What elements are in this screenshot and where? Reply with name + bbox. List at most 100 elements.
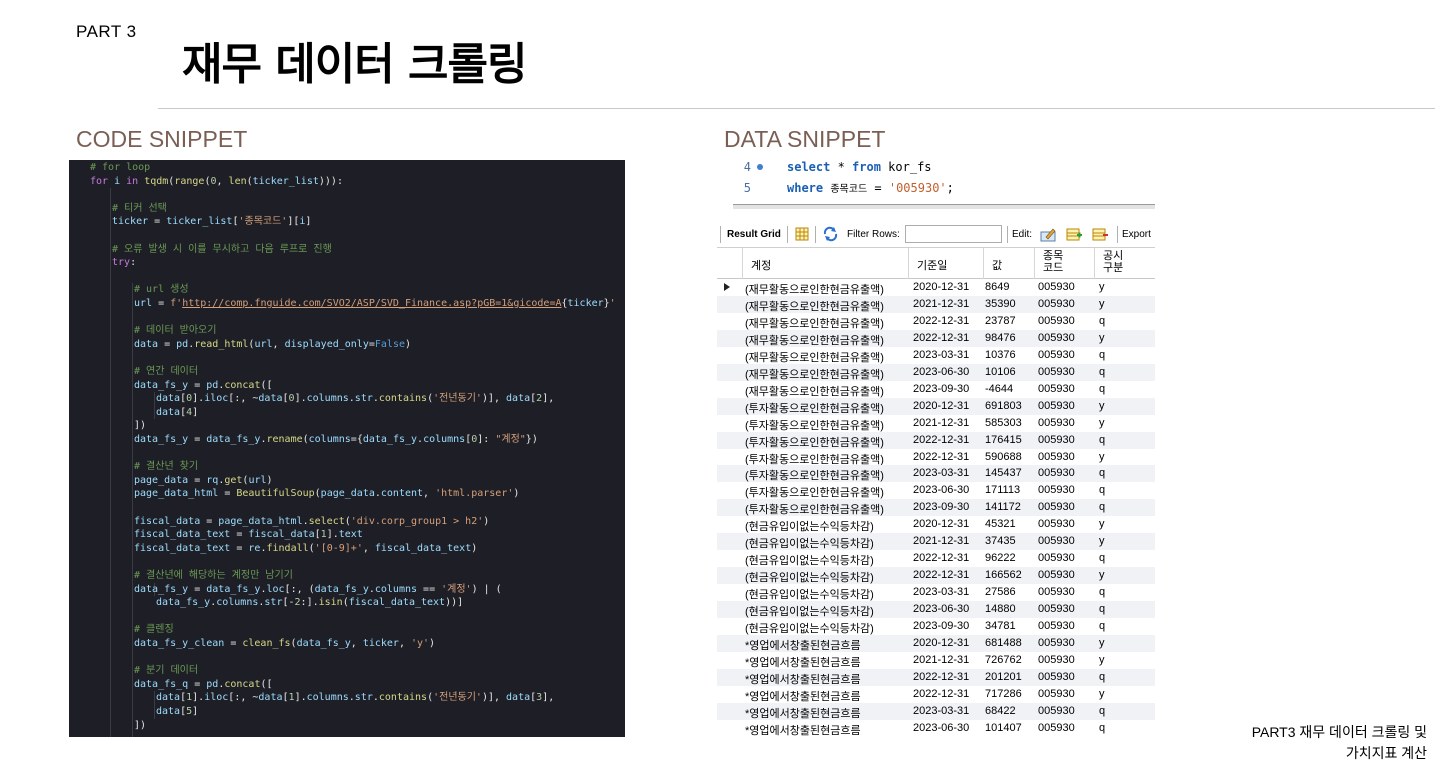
filter-rows-input[interactable] [905,225,1002,243]
table-cell[interactable]: (재무활동으로인한현금유출액) [745,281,884,297]
table-row[interactable]: (재무활동으로인한현금유출액) 2023-09-30 -4644 005930 q [717,381,1155,398]
table-cell[interactable]: q [1099,315,1105,327]
table-cell[interactable]: 2021-12-31 [913,417,969,429]
table-cell[interactable]: 2020-12-31 [913,637,969,649]
table-cell[interactable]: 2023-09-30 [913,501,969,513]
table-row[interactable]: (현금유입이없는수익등차감) 2022-12-31 166562 005930 y [717,567,1155,585]
table-row[interactable]: *영업에서창출된현금흐름 2022-12-31 201201 005930 q [717,668,1155,686]
table-row[interactable]: *영업에서창출된현금흐름 2023-06-30 101407 005930 q [717,720,1155,737]
table-cell[interactable]: q [1099,366,1105,378]
table-cell[interactable]: 2023-09-30 [913,620,969,632]
table-cell[interactable]: 2023-03-31 [913,705,969,717]
table-row[interactable]: (재무활동으로인한현금유출액) 2023-06-30 10106 005930 q [717,363,1155,382]
table-row[interactable]: (재무활동으로인한현금유출액) 2020-12-31 8649 005930 y [717,279,1155,296]
table-cell[interactable]: 8649 [985,281,1009,293]
table-cell[interactable]: 2023-03-31 [913,586,969,598]
table-cell[interactable]: (투자활동으로인한현금유출액) [745,417,884,433]
table-cell[interactable]: (현금유입이없는수익등차감) [745,586,874,602]
table-cell[interactable]: q [1099,501,1105,513]
table-cell[interactable]: 98476 [985,332,1016,344]
table-cell[interactable]: q [1099,705,1105,717]
table-cell[interactable]: 2020-12-31 [913,281,969,293]
table-cell[interactable]: 2021-12-31 [913,654,969,666]
table-row[interactable]: (현금유입이없는수익등차감) 2023-06-30 14880 005930 q [717,601,1155,619]
table-cell[interactable]: -4644 [985,383,1013,395]
table-cell[interactable]: y [1099,518,1105,530]
table-cell[interactable]: (현금유입이없는수익등차감) [745,535,874,551]
table-row[interactable]: (투자활동으로인한현금유출액) 2022-12-31 590688 005930 y [717,449,1155,466]
table-cell[interactable]: y [1099,417,1105,429]
table-row[interactable]: (재무활동으로인한현금유출액) 2023-03-31 10376 005930 q [717,347,1155,364]
table-cell[interactable]: 14880 [985,603,1016,615]
table-cell[interactable]: 2022-12-31 [913,434,969,446]
table-cell[interactable]: 2023-06-30 [913,484,969,496]
table-cell[interactable]: q [1099,620,1105,632]
table-cell[interactable]: 2023-03-31 [913,467,969,479]
table-cell[interactable]: *영업에서창출된현금흐름 [745,654,861,670]
table-cell[interactable]: 45321 [985,518,1016,530]
table-cell[interactable]: 96222 [985,552,1016,564]
table-cell[interactable]: 2023-06-30 [913,366,969,378]
table-cell[interactable]: 201201 [985,671,1022,683]
table-cell[interactable]: 585303 [985,417,1022,429]
table-cell[interactable]: 2022-12-31 [913,671,969,683]
table-cell[interactable]: 10106 [985,366,1016,378]
table-cell[interactable]: 691803 [985,400,1022,412]
table-cell[interactable]: 005930 [1038,671,1075,683]
table-cell[interactable]: (투자활동으로인한현금유출액) [745,451,884,467]
delete-row-icon[interactable] [1092,226,1109,242]
table-cell[interactable]: (투자활동으로인한현금유출액) [745,400,884,416]
table-row[interactable]: (현금유입이없는수익등차감) 2023-03-31 27586 005930 q [717,584,1155,601]
refresh-icon[interactable] [822,226,839,242]
table-cell[interactable]: 005930 [1038,366,1075,378]
column-header[interactable]: 값 [983,248,1034,279]
table-cell[interactable]: 005930 [1038,467,1075,479]
table-cell[interactable]: q [1099,722,1105,734]
table-cell[interactable]: 005930 [1038,451,1075,463]
table-cell[interactable]: 2021-12-31 [913,298,969,310]
table-cell[interactable]: (재무활동으로인한현금유출액) [745,366,884,382]
table-row[interactable]: (현금유입이없는수익등차감) 2021-12-31 37435 005930 y [717,533,1155,551]
table-cell[interactable]: 141172 [985,501,1021,513]
table-cell[interactable]: q [1099,349,1105,361]
table-cell[interactable]: 2022-12-31 [913,315,969,327]
table-cell[interactable]: 2022-12-31 [913,552,969,564]
table-cell[interactable]: 005930 [1038,535,1075,547]
table-cell[interactable]: q [1099,467,1105,479]
column-header[interactable]: 공시 구분 [1094,248,1155,279]
table-row[interactable]: (투자활동으로인한현금유출액) 2023-06-30 171113 005930 q [717,482,1155,499]
table-cell[interactable]: 005930 [1038,332,1075,344]
table-cell[interactable]: 726762 [985,654,1022,666]
table-cell[interactable]: y [1099,688,1105,700]
table-cell[interactable]: 005930 [1038,501,1075,513]
table-cell[interactable]: y [1099,281,1105,293]
table-cell[interactable]: 2021-12-31 [913,535,969,547]
table-row[interactable]: (투자활동으로인한현금유출액) 2020-12-31 691803 005930 y [717,397,1155,416]
table-row[interactable]: *영업에서창출된현금흐름 2021-12-31 726762 005930 y [717,652,1155,669]
table-row[interactable]: (투자활동으로인한현금유출액) 2021-12-31 585303 005930 y [717,415,1155,432]
table-cell[interactable]: 005930 [1038,434,1075,446]
table-cell[interactable]: 2022-12-31 [913,688,969,700]
table-row[interactable]: (현금유입이없는수익등차감) 2020-12-31 45321 005930 y [717,516,1155,533]
table-cell[interactable]: q [1099,434,1105,446]
table-cell[interactable]: (재무활동으로인한현금유출액) [745,298,884,314]
table-cell[interactable]: 27586 [985,586,1016,598]
table-cell[interactable]: q [1099,586,1105,598]
column-header[interactable]: 기준일 [908,248,983,279]
table-cell[interactable]: y [1099,569,1105,581]
table-cell[interactable]: (재무활동으로인한현금유출액) [745,349,884,365]
table-cell[interactable]: (재무활동으로인한현금유출액) [745,332,884,348]
table-cell[interactable]: (현금유입이없는수익등차감) [745,552,874,568]
table-cell[interactable]: 005930 [1038,281,1075,293]
table-cell[interactable]: 005930 [1038,569,1075,581]
table-cell[interactable]: 2023-03-31 [913,349,969,361]
table-cell[interactable]: 005930 [1038,705,1075,717]
table-cell[interactable]: 005930 [1038,654,1075,666]
table-cell[interactable]: 35390 [985,298,1016,310]
table-row[interactable]: (투자활동으로인한현금유출액) 2022-12-31 176415 005930 q [717,431,1155,449]
table-cell[interactable]: (현금유입이없는수익등차감) [745,518,874,534]
table-row[interactable]: (현금유입이없는수익등차감) 2022-12-31 96222 005930 q [717,550,1155,567]
column-header[interactable]: 종목 코드 [1034,248,1094,279]
table-cell[interactable]: q [1099,603,1105,615]
table-cell[interactable]: *영업에서창출된현금흐름 [745,722,861,737]
